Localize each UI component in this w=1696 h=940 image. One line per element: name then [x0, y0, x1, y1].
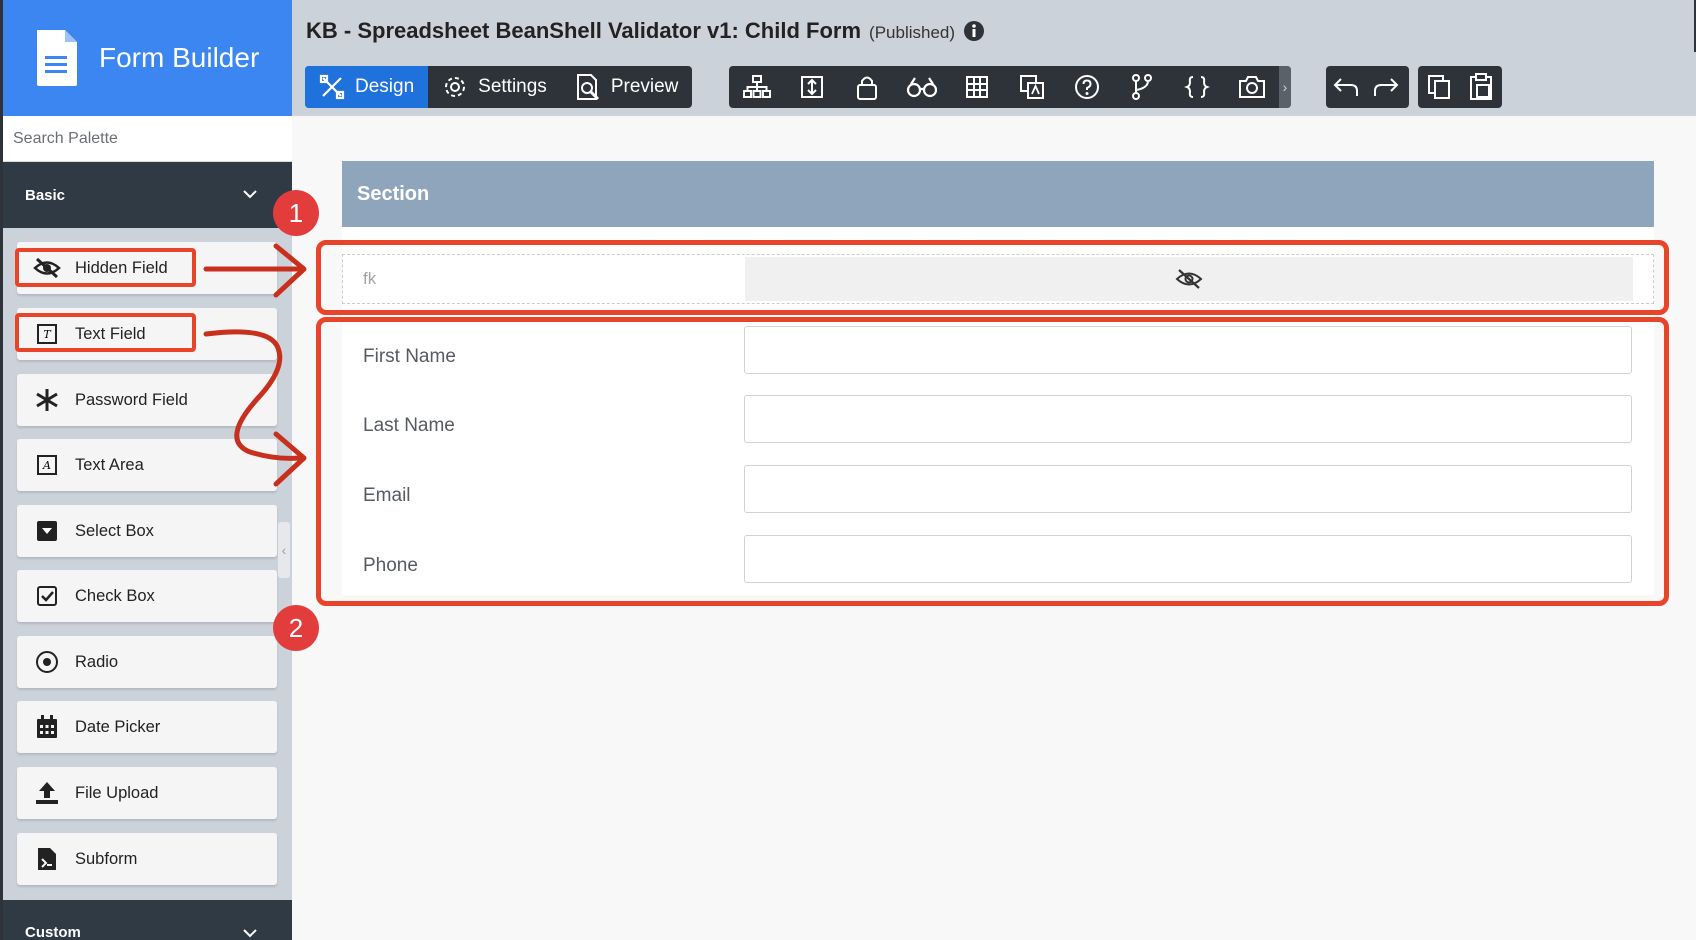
- annotation-arrows: [203, 243, 307, 487]
- callout-badge-1: 1: [273, 190, 319, 236]
- callout-badge-2: 2: [273, 605, 319, 651]
- form-builder-app: Form Builder Basic Hidden Field T Text F…: [0, 0, 1696, 940]
